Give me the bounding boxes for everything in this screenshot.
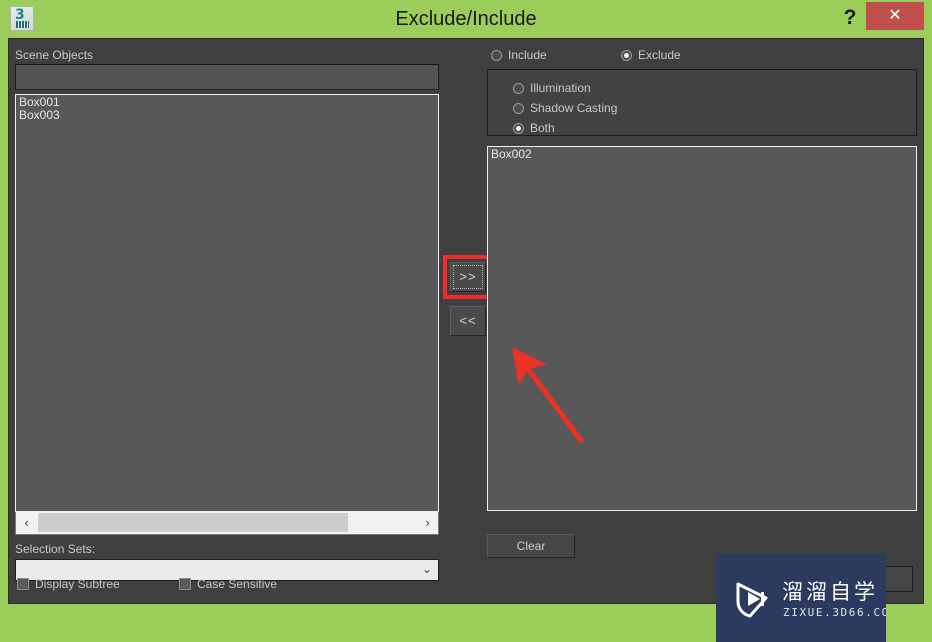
help-button[interactable]: ? bbox=[838, 3, 862, 33]
horizontal-scrollbar[interactable]: ‹ › bbox=[15, 512, 439, 535]
radio-dot[interactable] bbox=[513, 103, 524, 114]
scroll-right-arrow-icon[interactable]: › bbox=[417, 512, 438, 533]
add-to-exclude-button[interactable]: >> bbox=[450, 262, 486, 292]
exclude-include-window: 3 Exclude/Include ? ✕ Scene Objects Box0… bbox=[0, 0, 932, 642]
checkbox-label: Display Subtree bbox=[35, 577, 120, 591]
watermark: 溜溜自学 ZIXUE.3D66.COM bbox=[716, 554, 886, 642]
scrollbar-thumb[interactable] bbox=[38, 513, 348, 532]
radio-label: Both bbox=[530, 121, 555, 135]
watermark-en-text: ZIXUE.3D66.COM bbox=[783, 606, 886, 619]
watermark-cn-text: 溜溜自学 bbox=[782, 580, 878, 604]
play-button-logo-icon bbox=[736, 582, 768, 618]
chevron-down-icon: ⌄ bbox=[421, 562, 432, 576]
exclude-list[interactable]: Box002 bbox=[487, 146, 917, 511]
title-bar: 3 Exclude/Include ? ✕ bbox=[0, 0, 932, 38]
radio-label: Include bbox=[508, 48, 547, 62]
checkbox-label: Case Sensitive bbox=[197, 577, 278, 591]
checkbox-box[interactable] bbox=[179, 578, 191, 590]
scene-objects-label: Scene Objects bbox=[15, 48, 94, 62]
page-title: Exclude/Include bbox=[395, 8, 537, 30]
scene-objects-filter-input[interactable] bbox=[15, 64, 439, 90]
close-button[interactable]: ✕ bbox=[866, 2, 924, 30]
scene-objects-list[interactable]: Box001 Box003 bbox=[15, 94, 439, 512]
radio-label: Shadow Casting bbox=[530, 101, 618, 115]
scroll-left-arrow-icon[interactable]: ‹ bbox=[16, 512, 37, 533]
radio-dot[interactable] bbox=[491, 50, 502, 61]
checkbox-box[interactable] bbox=[17, 578, 29, 590]
radio-dot[interactable] bbox=[513, 123, 524, 134]
clear-button[interactable]: Clear bbox=[487, 534, 575, 558]
selection-sets-label: Selection Sets: bbox=[15, 542, 96, 556]
focus-ring bbox=[453, 265, 483, 289]
radio-label: Illumination bbox=[530, 81, 591, 95]
list-item[interactable]: Box002 bbox=[488, 147, 916, 161]
dialog-body: Scene Objects Box001 Box003 ‹ › Selectio… bbox=[8, 38, 924, 642]
radio-dot[interactable] bbox=[621, 50, 632, 61]
remove-from-exclude-button[interactable]: << bbox=[450, 306, 486, 336]
radio-dot[interactable] bbox=[513, 83, 524, 94]
list-item[interactable]: Box001 bbox=[16, 95, 438, 109]
list-item[interactable]: Box003 bbox=[16, 109, 438, 122]
radio-label: Exclude bbox=[638, 48, 681, 62]
